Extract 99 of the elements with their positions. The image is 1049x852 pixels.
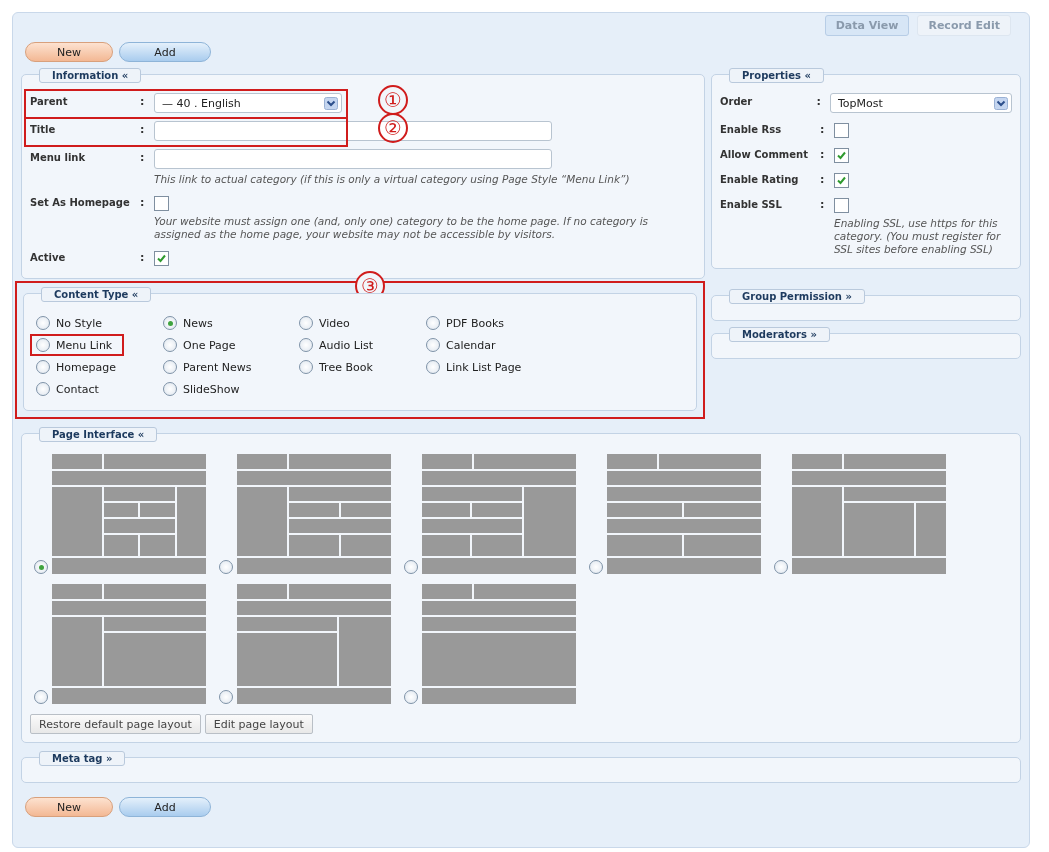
field-label: Allow Comment bbox=[720, 148, 809, 160]
colon: : bbox=[816, 94, 822, 108]
section-header[interactable]: Properties « bbox=[729, 68, 824, 83]
checkbox[interactable] bbox=[154, 251, 169, 266]
radio-option[interactable]: Menu Link bbox=[30, 334, 125, 356]
radio-button[interactable] bbox=[163, 316, 177, 330]
colon: : bbox=[140, 250, 146, 264]
radio-button[interactable] bbox=[163, 338, 177, 352]
colon: : bbox=[140, 150, 146, 164]
radio-button[interactable] bbox=[299, 316, 313, 330]
colon: : bbox=[820, 122, 826, 136]
checkbox[interactable] bbox=[834, 148, 849, 163]
callout-number: ① bbox=[378, 85, 408, 115]
radio-button[interactable] bbox=[589, 560, 603, 574]
field-label: Parent bbox=[30, 95, 69, 107]
radio-option[interactable]: Link List Page bbox=[420, 356, 534, 378]
radio-button[interactable] bbox=[219, 690, 233, 704]
radio-button[interactable] bbox=[163, 382, 177, 396]
radio-button[interactable] bbox=[219, 560, 233, 574]
section-header[interactable]: Content Type « bbox=[41, 287, 152, 302]
option-label: SlideShow bbox=[183, 382, 240, 396]
checkbox[interactable] bbox=[834, 173, 849, 188]
section-header[interactable]: Meta tag » bbox=[39, 751, 126, 766]
checkbox[interactable] bbox=[834, 123, 849, 138]
field-label: Title bbox=[30, 123, 57, 135]
field-label: Enable Rss bbox=[720, 123, 783, 135]
radio-option[interactable]: Calendar bbox=[420, 334, 508, 356]
radio-button[interactable] bbox=[163, 360, 177, 374]
radio-option[interactable]: Tree Book bbox=[293, 356, 385, 378]
radio-button[interactable] bbox=[426, 316, 440, 330]
action-button[interactable]: Add bbox=[119, 42, 211, 62]
help-text: Your website must assign one (and, only one) category to be the home page. If no category is assigned as the home page, your website may not be accessible by visitors. bbox=[154, 215, 650, 241]
option-label: Calendar bbox=[446, 338, 496, 352]
field-label: Order bbox=[720, 95, 754, 107]
radio-button[interactable] bbox=[36, 338, 50, 352]
option-label: Parent News bbox=[183, 360, 252, 374]
option-label: Tree Book bbox=[319, 360, 373, 374]
section-header[interactable]: Page Interface « bbox=[39, 427, 158, 442]
option-label: Contact bbox=[56, 382, 99, 396]
section-header[interactable]: Information « bbox=[39, 68, 142, 83]
radio-button[interactable] bbox=[426, 338, 440, 352]
caret-icon bbox=[324, 96, 338, 110]
option-label: Video bbox=[319, 316, 350, 330]
colon: : bbox=[820, 197, 826, 211]
colon: : bbox=[820, 147, 826, 161]
field-label: Enable SSL bbox=[720, 198, 783, 210]
radio-button[interactable] bbox=[36, 360, 50, 374]
radio-button[interactable] bbox=[34, 560, 48, 574]
option-label: Homepage bbox=[56, 360, 116, 374]
radio-option[interactable]: One Page bbox=[157, 334, 248, 356]
radio-option[interactable]: SlideShow bbox=[157, 378, 252, 400]
radio-button[interactable] bbox=[404, 690, 418, 704]
layout-button[interactable]: Restore default page layout bbox=[30, 714, 201, 734]
radio-button[interactable] bbox=[426, 360, 440, 374]
radio-button[interactable] bbox=[299, 338, 313, 352]
option-label: PDF Books bbox=[446, 316, 505, 330]
radio-option[interactable]: No Style bbox=[30, 312, 115, 334]
field-label: Active bbox=[30, 251, 67, 263]
radio-option[interactable]: Contact bbox=[30, 378, 111, 400]
checkbox[interactable] bbox=[154, 196, 169, 211]
radio-button[interactable] bbox=[34, 690, 48, 704]
action-button[interactable]: New bbox=[25, 797, 113, 817]
text-field[interactable] bbox=[154, 121, 552, 141]
radio-button[interactable] bbox=[404, 560, 418, 574]
section-header[interactable]: Group Permission » bbox=[729, 289, 865, 304]
text-field[interactable] bbox=[154, 149, 552, 169]
option-label: Link List Page bbox=[446, 360, 522, 374]
layout-button[interactable]: Edit page layout bbox=[204, 714, 313, 734]
field-label: Enable Rating bbox=[720, 173, 800, 185]
option-label: Menu Link bbox=[56, 338, 113, 352]
field-label: Menu link bbox=[30, 151, 87, 163]
colon: : bbox=[820, 172, 826, 186]
radio-button[interactable] bbox=[299, 360, 313, 374]
radio-option[interactable]: Video bbox=[293, 312, 362, 334]
caret-icon bbox=[994, 96, 1008, 110]
option-label: News bbox=[183, 316, 213, 330]
radio-button[interactable] bbox=[36, 316, 50, 330]
colon: : bbox=[140, 195, 146, 209]
radio-option[interactable]: Audio List bbox=[293, 334, 385, 356]
help-text: Enabling SSL, use https for this category. (You must register for SSL sites before enabling SSL) bbox=[834, 217, 1002, 256]
action-button[interactable]: New bbox=[25, 42, 113, 62]
option-label: One Page bbox=[183, 338, 236, 352]
colon: : bbox=[140, 122, 146, 136]
radio-option[interactable]: PDF Books bbox=[420, 312, 517, 334]
radio-option[interactable]: News bbox=[157, 312, 225, 334]
dropdown[interactable]: TopMost bbox=[830, 93, 1012, 113]
dropdown[interactable]: — 40 . English bbox=[154, 93, 342, 113]
radio-button[interactable] bbox=[36, 382, 50, 396]
colon: : bbox=[140, 94, 146, 108]
checkbox[interactable] bbox=[834, 198, 849, 213]
radio-option[interactable]: Parent News bbox=[157, 356, 264, 378]
radio-button[interactable] bbox=[774, 560, 788, 574]
option-label: Audio List bbox=[319, 338, 373, 352]
help-text: This link to actual category (if this is only a virtual category using Page Style “Menu Link”) bbox=[154, 173, 631, 186]
radio-option[interactable]: Homepage bbox=[30, 356, 128, 378]
section-header[interactable]: Moderators » bbox=[729, 327, 830, 342]
field-label: Set As Homepage bbox=[30, 196, 131, 208]
option-label: No Style bbox=[56, 316, 103, 330]
action-button[interactable]: Add bbox=[119, 797, 211, 817]
